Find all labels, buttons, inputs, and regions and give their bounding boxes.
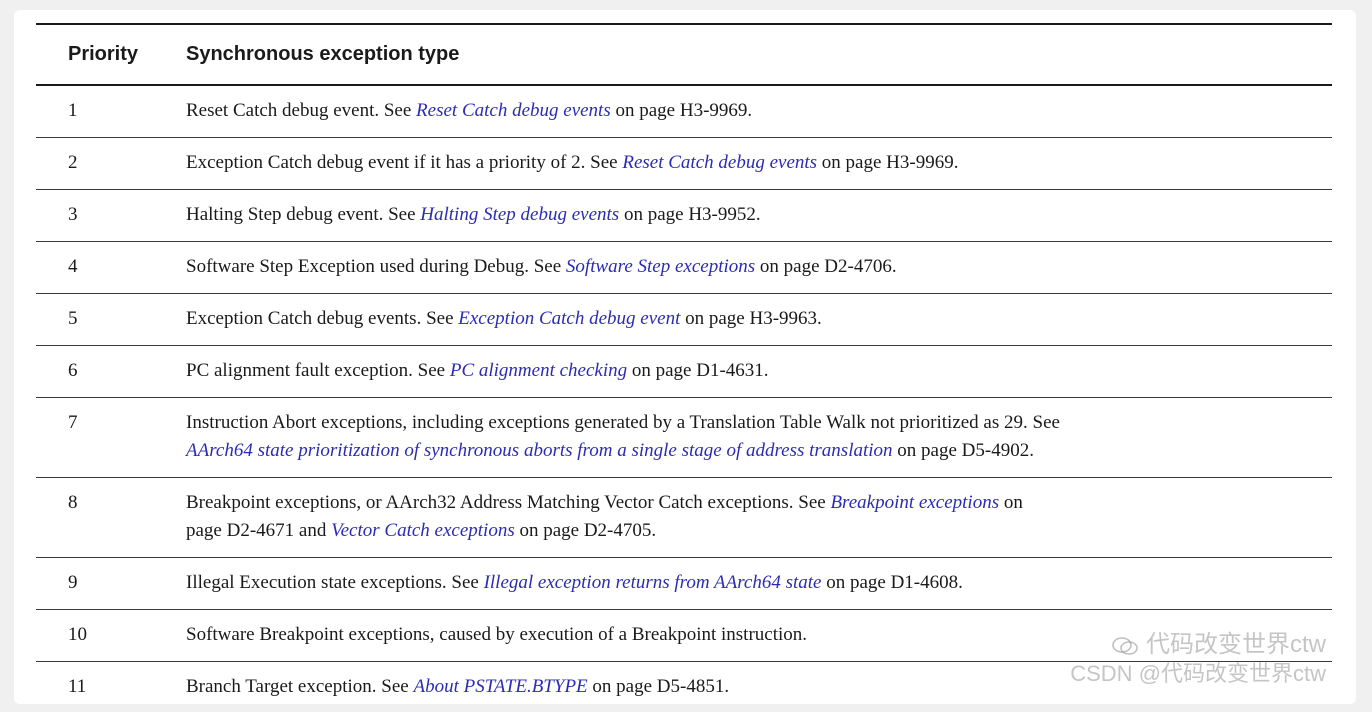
exception-description-cell: Illegal Execution state exceptions. See … [186,558,1332,610]
description-text: PC alignment fault exception. See [186,360,450,381]
cross-reference-link[interactable]: Illegal exception returns from AArch64 s… [484,572,822,593]
description-text: on page H3-9969. [817,152,959,173]
exception-priority-table: Priority Synchronous exception type 1 Res… [36,23,1332,704]
cross-reference-link[interactable]: Software Step exceptions [566,256,755,277]
exception-description-cell: Halting Step debug event. See Halting St… [186,190,1332,242]
exception-description-cell: Exception Catch debug events. See Except… [186,294,1332,346]
description-text: on page H3-9952. [619,204,761,225]
table-row: 6 PC alignment fault exception. See PC al… [36,346,1332,398]
priority-cell: 4 [68,256,78,277]
table-header: Priority Synchronous exception type [36,24,1332,85]
table-row: 8 Breakpoint exceptions, or AArch32 Addre… [36,478,1332,558]
cross-reference-link[interactable]: Vector Catch exceptions [331,520,515,541]
priority-cell: 6 [68,360,78,381]
table-body: 1 Reset Catch debug event. See Reset Catc… [36,85,1332,704]
priority-cell: 9 [68,572,78,593]
exception-description-cell: PC alignment fault exception. See PC ali… [186,346,1332,398]
exception-description-cell: Branch Target exception. See About PSTAT… [186,662,1332,705]
exception-description-cell: Breakpoint exceptions, or AArch32 Addres… [186,478,1332,558]
priority-cell: 1 [68,100,78,121]
document-card: Priority Synchronous exception type 1 Res… [14,10,1356,704]
description-text: Illegal Execution state exceptions. See [186,572,484,593]
description-text: Instruction Abort exceptions, including … [186,412,1060,433]
table-row: 5 Exception Catch debug events. See Excep… [36,294,1332,346]
exception-description-cell: Software Breakpoint exceptions, caused b… [186,610,1332,662]
description-text: on page D5-4851. [587,676,730,697]
description-text: Breakpoint exceptions, or AArch32 Addres… [186,492,831,513]
cross-reference-link[interactable]: About PSTATE.BTYPE [413,676,587,697]
description-text: on page H3-9969. [610,100,753,121]
priority-cell: 10 [68,624,87,645]
priority-cell: 3 [68,204,78,225]
table-row: 7 Instruction Abort exceptions, including… [36,398,1332,478]
cross-reference-link[interactable]: AArch64 state prioritization of synchron… [186,440,893,461]
description-text: Software Step Exception used during Debu… [186,256,566,277]
description-text: page D2-4671 and [186,520,332,541]
cross-reference-link[interactable]: Breakpoint exceptions [830,492,999,513]
description-text: on page D2-4705. [514,520,657,541]
table-row: 4 Software Step Exception used during Deb… [36,242,1332,294]
description-text: on page D1-4608. [821,572,963,593]
description-text: on [999,492,1023,513]
table-row: 3 Halting Step debug event. See Halting S… [36,190,1332,242]
cross-reference-link[interactable]: Exception Catch debug event [458,308,680,329]
description-text: Software Breakpoint exceptions, caused b… [186,624,808,645]
priority-cell: 5 [68,308,78,329]
table-row: 9 Illegal Execution state exceptions. See… [36,558,1332,610]
priority-cell: 8 [68,492,78,513]
exception-description-cell: Exception Catch debug event if it has a … [186,138,1332,190]
description-text: on page H3-9963. [680,308,822,329]
exception-description-cell: Instruction Abort exceptions, including … [186,398,1332,478]
exception-type-header: Synchronous exception type [186,43,460,65]
table-row: 10 Software Breakpoint exceptions, caused… [36,610,1332,662]
priority-cell: 7 [68,412,78,433]
description-text: on page D5-4902. [892,440,1034,461]
cross-reference-link[interactable]: PC alignment checking [450,360,627,381]
description-text: Exception Catch debug events. See [186,308,459,329]
description-text: on page D2-4706. [755,256,897,277]
description-text: Branch Target exception. See [186,676,414,697]
exception-description-cell: Software Step Exception used during Debu… [186,242,1332,294]
priority-header: Priority [68,43,139,65]
description-text: Reset Catch debug event. See [186,100,417,121]
description-text: Exception Catch debug event if it has a … [186,152,623,173]
table-row: 1 Reset Catch debug event. See Reset Catc… [36,85,1332,138]
priority-cell: 2 [68,152,78,173]
priority-cell: 11 [68,676,87,697]
cross-reference-link[interactable]: Reset Catch debug events [416,100,611,121]
cross-reference-link[interactable]: Halting Step debug events [420,204,619,225]
table-row: 2 Exception Catch debug event if it has a… [36,138,1332,190]
description-text: on page D1-4631. [627,360,769,381]
description-text: Halting Step debug event. See [186,204,421,225]
header-row: Priority Synchronous exception type [36,24,1332,85]
exception-description-cell: Reset Catch debug event. See Reset Catch… [186,85,1332,138]
table-row: 11 Branch Target exception. See About PST… [36,662,1332,705]
cross-reference-link[interactable]: Reset Catch debug events [622,152,817,173]
